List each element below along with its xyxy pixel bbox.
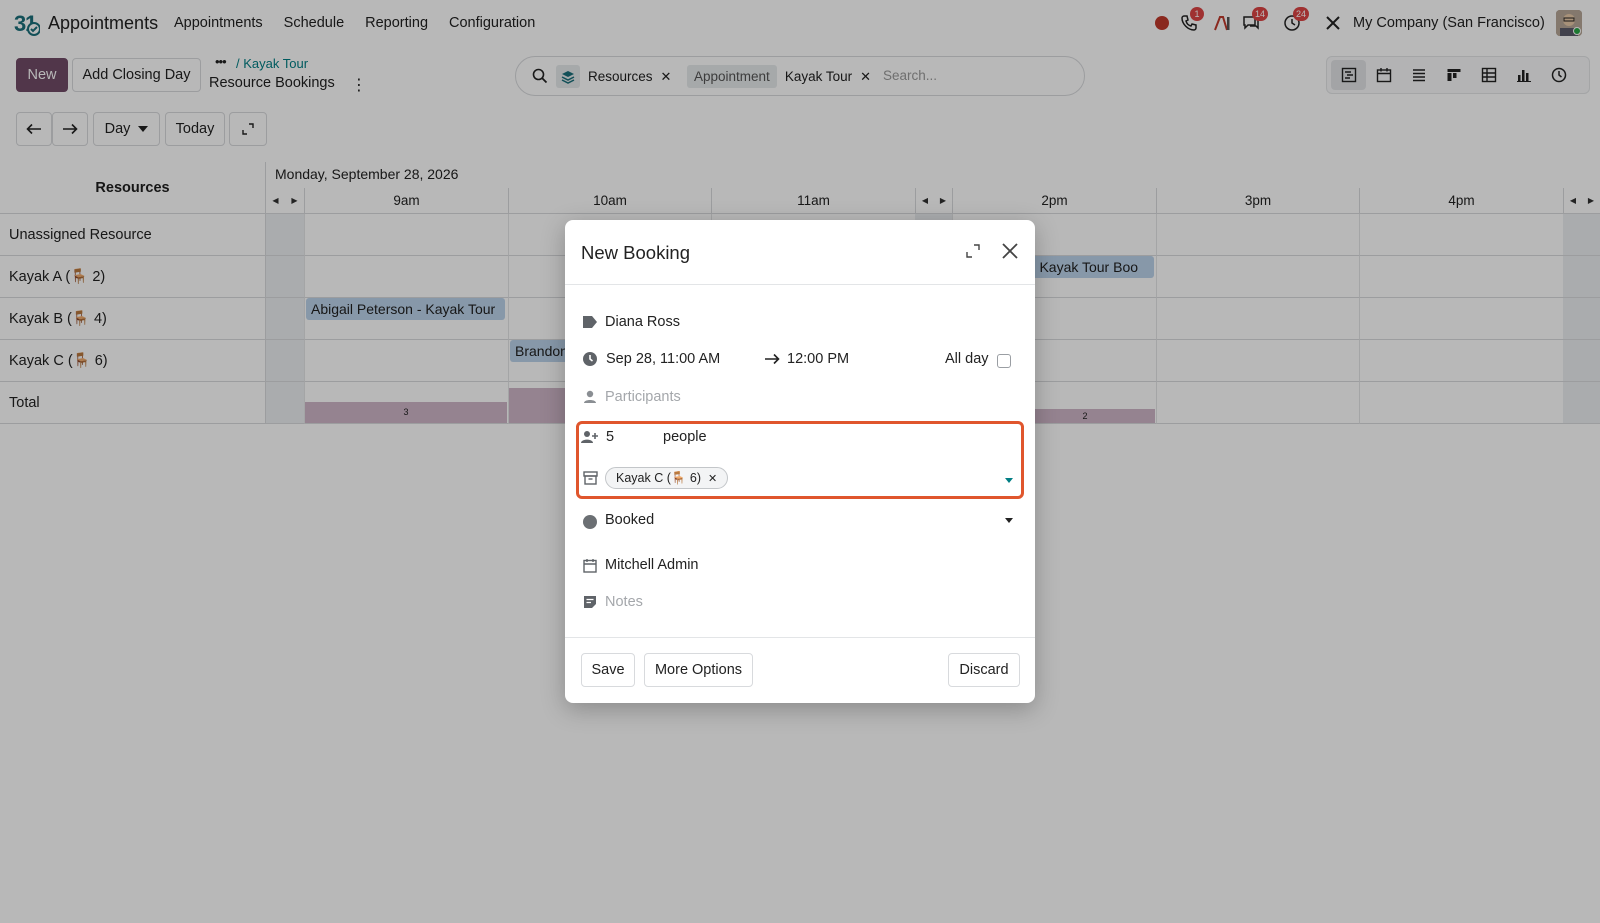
more-options-button[interactable]: More Options: [644, 653, 753, 687]
new-booking-dialog: New Booking Diana Ross Sep 28, 11:00 AM …: [565, 220, 1035, 703]
resource-tag-label: Kayak C (🪑 6): [616, 470, 702, 485]
add-user-icon: [581, 428, 599, 446]
dialog-header-divider: [565, 284, 1035, 285]
organizer-field[interactable]: Mitchell Admin: [605, 557, 698, 573]
end-datetime-field[interactable]: 12:00 PM: [787, 351, 849, 367]
dialog-footer-divider: [565, 637, 1035, 638]
discard-button[interactable]: Discard: [948, 653, 1020, 687]
notes-field[interactable]: Notes: [605, 594, 643, 610]
start-datetime-field[interactable]: Sep 28, 11:00 AM: [606, 351, 720, 367]
user-icon: [581, 388, 599, 406]
capacity-unit-label: people: [663, 429, 707, 445]
remove-tag-icon[interactable]: ✕: [708, 472, 717, 485]
close-icon[interactable]: [1001, 242, 1019, 260]
tag-icon: [581, 313, 599, 331]
archive-box-icon: [581, 469, 599, 487]
expand-dialog-icon[interactable]: [966, 244, 980, 258]
resource-tag: Kayak C (🪑 6) ✕: [605, 467, 729, 489]
notes-icon: [581, 593, 599, 611]
calendar-icon: [581, 556, 599, 574]
all-day-checkbox[interactable]: [997, 354, 1011, 368]
state-select[interactable]: Booked: [605, 512, 654, 528]
customer-field[interactable]: Diana Ross: [605, 314, 680, 330]
participants-field[interactable]: Participants: [605, 389, 681, 405]
clock-icon: [581, 350, 599, 368]
dialog-title: New Booking: [581, 242, 691, 263]
status-circle-icon: [581, 513, 599, 531]
capacity-input[interactable]: 5: [606, 429, 614, 445]
arrow-right-icon: [765, 353, 780, 365]
all-day-label: All day: [945, 351, 989, 367]
state-dropdown-icon[interactable]: [1005, 518, 1013, 523]
resources-dropdown-icon[interactable]: [1005, 478, 1013, 483]
save-button[interactable]: Save: [581, 653, 635, 687]
